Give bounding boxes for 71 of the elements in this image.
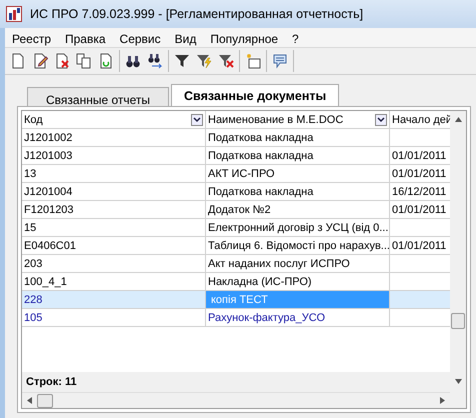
table-cell: АКТ ИС-ПРО [208,168,275,180]
table-cell: Податкова накладна [208,150,314,162]
table-cell: J1201004 [24,186,72,198]
table-cell: 15 [24,222,36,234]
column-header[interactable]: Код [22,111,206,128]
table-row[interactable]: E0406C01 Таблиця 6. Відомості про нарахув... 01/01/2011 [22,237,450,255]
table-cell: 228 [24,294,42,306]
copy-documents-icon[interactable] [76,53,92,69]
table-cell: Таблиця 6. Відомості про нарахув... [208,240,390,252]
table-cell: Рахунок-фактура_УСО [208,312,325,324]
table-cell: Електронний договір з УСЦ (від 0... [208,222,388,234]
table-cell: Податкова накладна [208,132,314,144]
table-row[interactable]: J1201004 Податкова накладна 16/12/2011 [22,183,450,201]
table-cell: 203 [24,258,42,270]
table-row[interactable]: 105 Рахунок-фактура_УСО [22,309,450,327]
table-cell: 01/01/2011 [392,150,446,162]
table-cell: Накладна (ИС-ПРО) [208,276,312,288]
table-row[interactable]: J1201003 Податкова накладна 01/01/2011 [22,147,450,165]
delete-document-icon[interactable] [54,53,70,69]
table-cell: 01/01/2011 [392,204,446,216]
table-cell: 01/01/2011 [392,240,446,252]
table-row[interactable]: 203 Акт наданих послуг ИСПРО [22,255,450,273]
table-cell: F1201203 [24,204,74,216]
dropdown-icon[interactable] [193,116,201,122]
table-cell: Акт наданих послуг ИСПРО [208,258,350,270]
filter-lightning-icon[interactable] [196,53,212,69]
new-document-icon[interactable] [10,53,26,69]
window-title: ИС ПРО 7.09.023.999 - [Регламентированная отчетность] [30,6,364,23]
filter-delete-icon[interactable] [218,53,234,69]
vertical-scrollbar[interactable] [450,111,466,408]
menu-item[interactable]: ? [285,28,306,47]
scroll-right-icon[interactable] [440,397,445,404]
table-cell: 01/01/2011 [392,168,446,180]
scroll-thumb[interactable] [451,313,465,329]
table-cell: 105 [24,312,42,324]
dropdown-icon[interactable] [377,116,385,122]
table-row[interactable]: J1201002 Податкова накладна [22,129,450,147]
speech-bubble-icon[interactable] [272,53,288,69]
menu-item[interactable]: Реестр [5,28,58,47]
table-row[interactable]: 13 АКТ ИС-ПРО 01/01/2011 [22,165,450,183]
table-cell: Податкова накладна [208,186,314,198]
tab[interactable]: Связанные документы [171,84,340,107]
app-logo-icon [6,6,22,22]
table-cell: E0406C01 [24,240,76,252]
table-cell: Додаток №2 [208,204,271,216]
table-row[interactable]: 228 копія ТЕСТ [22,291,450,309]
scroll-up-icon[interactable] [454,117,462,122]
menu-item[interactable]: Правка [58,28,113,47]
table-cell: 16/12/2011 [392,186,446,198]
menu-item[interactable]: Вид [168,28,204,47]
horizontal-scrollbar[interactable] [22,392,450,408]
scroll-down-icon[interactable] [454,379,462,384]
tab[interactable]: Связанные отчеты [27,87,170,107]
table-cell: J1201002 [24,132,72,144]
column-header[interactable]: Наименование в M.E.DOC [206,111,390,128]
table-cell: 13 [24,168,36,180]
table-row[interactable]: 15 Електронний договір з УСЦ (від 0... [22,219,450,237]
menu-item[interactable]: Популярное [203,28,286,47]
binoculars-icon[interactable] [125,53,141,69]
table-cell: J1201003 [24,150,72,162]
menu-item[interactable]: Сервис [112,28,168,47]
row-count-label: Строк: 11 [22,372,450,392]
refresh-document-icon[interactable] [98,53,114,69]
table-cell-text: копія ТЕСТ [210,294,268,306]
filter-icon[interactable] [174,53,190,69]
edit-document-icon[interactable] [32,53,48,69]
scroll-left-icon[interactable] [27,397,32,404]
table-cell: 100_4_1 [24,276,67,288]
table-row[interactable]: F1201203 Додаток №2 01/01/2011 [22,201,450,219]
binoculars-arrow-icon[interactable] [147,53,163,69]
scroll-thumb[interactable] [37,394,53,408]
